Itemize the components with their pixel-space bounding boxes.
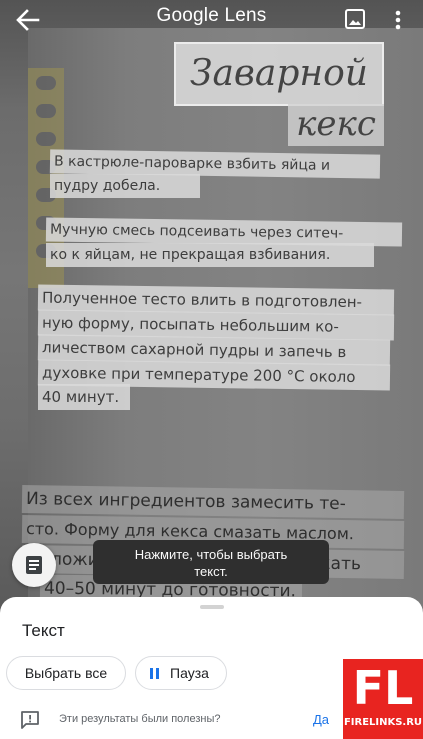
gallery-button[interactable] [344,8,366,30]
text-line[interactable]: 40 минут. [38,384,130,410]
toast-line-1: Нажмите, чтобы выбрать [134,547,288,562]
pause-button[interactable]: Пауза [135,656,227,690]
feedback-icon [21,711,39,729]
pause-label: Пауза [170,665,209,681]
logo-mark: FL [352,661,414,715]
text-selection-icon [26,556,42,574]
more-options-button[interactable] [390,8,406,32]
top-app-bar: Google Lens [0,0,423,40]
select-text-button[interactable] [12,543,56,587]
camera-photo-view[interactable]: Заварной кекс В кастрюле-пароварке взбит… [0,0,423,610]
feedback-yes-link[interactable]: Да [313,712,329,727]
toast-line-2: текст. [194,564,228,579]
image-icon [345,9,365,29]
recipe-title-text[interactable]: Заварной [174,42,384,106]
feedback-question: Эти результаты были полезны? [59,713,221,725]
text-line[interactable]: Из всех ингредиентов замесить те- [21,485,405,519]
more-vert-icon [395,10,401,30]
sheet-title: Текст [22,621,65,640]
logo-domain: FIRELINKS.RU [343,717,423,728]
hint-toast: Нажмите, чтобы выбрать текст. [93,540,329,584]
pause-icon [150,668,160,679]
text-line[interactable]: пудру добела. [50,174,200,198]
firelinks-watermark-logo: FL FIRELINKS.RU [343,659,423,739]
text-line[interactable]: ко к яйцам, не прекращая взбивания. [46,243,374,267]
select-all-button[interactable]: Выбрать все [6,656,126,690]
recipe-subtitle-text[interactable]: кекс [288,104,384,146]
sheet-drag-handle[interactable] [200,605,224,609]
